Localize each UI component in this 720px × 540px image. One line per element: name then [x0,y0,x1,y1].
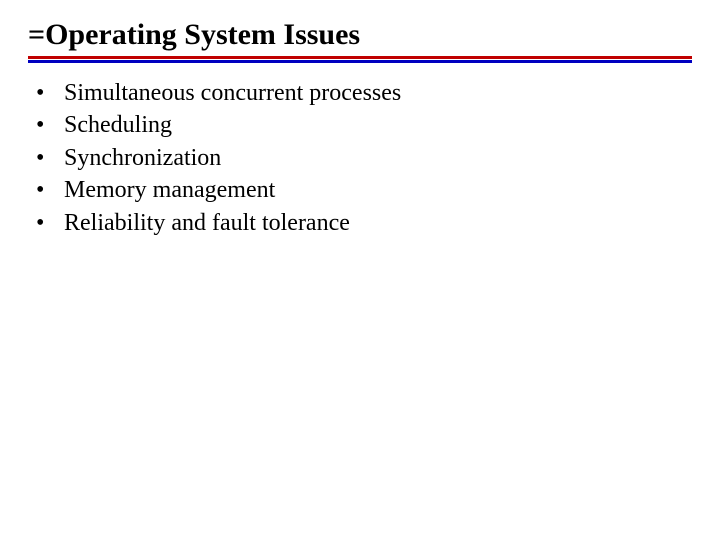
bullet-icon: • [36,109,64,141]
title-divider [28,56,692,63]
list-item: • Scheduling [36,109,692,141]
bullet-text: Simultaneous concurrent processes [64,77,692,109]
bullet-list: • Simultaneous concurrent processes • Sc… [28,77,692,239]
list-item: • Synchronization [36,142,692,174]
bullet-text: Synchronization [64,142,692,174]
bullet-icon: • [36,77,64,109]
bullet-text: Reliability and fault tolerance [64,207,692,239]
divider-red-line [28,56,692,59]
list-item: • Memory management [36,174,692,206]
divider-blue-line [28,60,692,63]
bullet-text: Scheduling [64,109,692,141]
bullet-icon: • [36,142,64,174]
bullet-icon: • [36,207,64,239]
bullet-icon: • [36,174,64,206]
slide-title: =Operating System Issues [28,18,692,52]
list-item: • Simultaneous concurrent processes [36,77,692,109]
bullet-text: Memory management [64,174,692,206]
list-item: • Reliability and fault tolerance [36,207,692,239]
